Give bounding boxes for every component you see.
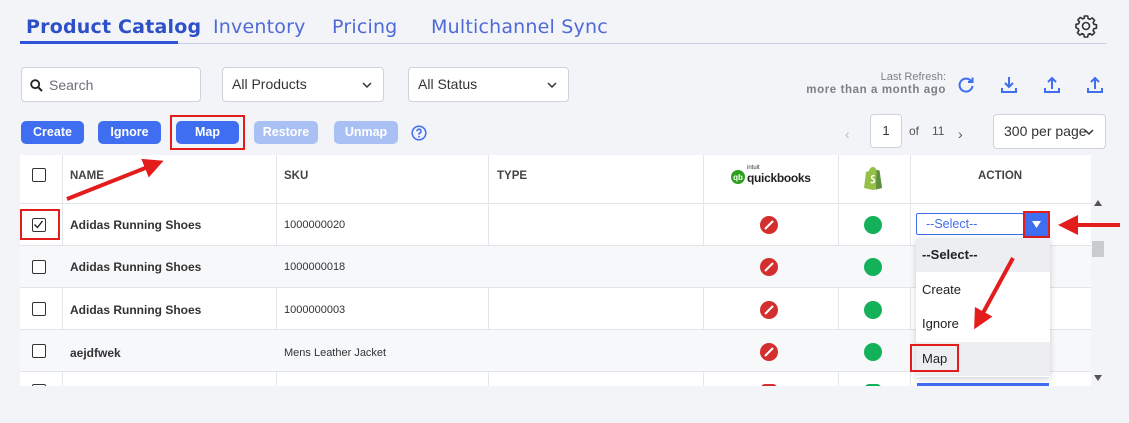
row-checkbox[interactable] bbox=[32, 344, 46, 358]
page-number-input[interactable]: 1 bbox=[870, 114, 902, 148]
option-create[interactable]: Create bbox=[916, 273, 1050, 307]
unmap-button[interactable]: Unmap bbox=[334, 121, 398, 144]
scroll-up-icon[interactable] bbox=[1094, 200, 1102, 206]
action-select[interactable]: --Select-- bbox=[916, 213, 1024, 235]
prev-page-icon[interactable]: ‹ bbox=[845, 126, 850, 142]
caret-down-icon bbox=[1032, 221, 1041, 228]
gear-icon[interactable] bbox=[1074, 14, 1098, 38]
search-icon bbox=[30, 79, 43, 92]
action-select-partial bbox=[917, 383, 1049, 386]
action-dropdown-toggle[interactable] bbox=[1023, 211, 1050, 238]
not-synced-icon bbox=[761, 384, 777, 386]
option-select[interactable]: --Select-- bbox=[916, 238, 1050, 272]
download-icon[interactable] bbox=[999, 75, 1019, 95]
table-header: NAME SKU TYPE qb intuit quickbooks ACTIO… bbox=[20, 155, 1091, 204]
shopify-status-dot bbox=[865, 384, 881, 386]
last-refresh-value: more than a month ago bbox=[806, 84, 946, 96]
option-ignore[interactable]: Ignore bbox=[916, 307, 1050, 341]
shopify-status-dot bbox=[864, 216, 882, 234]
row-checkbox[interactable] bbox=[32, 260, 46, 274]
not-synced-icon bbox=[760, 343, 778, 361]
chevron-down-icon bbox=[547, 82, 557, 89]
product-sku: 1000000018 bbox=[284, 261, 346, 273]
chevron-down-icon bbox=[362, 82, 372, 89]
ignore-button[interactable]: Ignore bbox=[98, 121, 161, 144]
tab-inventory[interactable]: Inventory bbox=[213, 16, 306, 38]
row-checkbox[interactable] bbox=[32, 302, 46, 316]
tab-pricing[interactable]: Pricing bbox=[332, 16, 397, 38]
product-name: aejdfwek bbox=[70, 346, 121, 360]
not-synced-icon bbox=[760, 258, 778, 276]
map-button[interactable]: Map bbox=[176, 121, 239, 144]
tab-product-catalog[interactable]: Product Catalog bbox=[26, 16, 201, 38]
quickbooks-icon: qb bbox=[731, 170, 745, 184]
search-input[interactable]: Search bbox=[21, 67, 201, 102]
last-refresh-label: Last Refresh: bbox=[880, 71, 946, 83]
shopify-status-dot bbox=[864, 343, 882, 361]
table-scrollbar[interactable] bbox=[1091, 195, 1105, 386]
page-of-label: of bbox=[909, 124, 920, 138]
status-filter-value: All Status bbox=[418, 76, 478, 92]
per-page-select[interactable]: 300 per page bbox=[993, 114, 1106, 149]
products-filter-value: All Products bbox=[232, 76, 307, 92]
chevron-down-icon bbox=[1084, 129, 1094, 136]
upload-icon[interactable] bbox=[1042, 75, 1062, 95]
product-sku: Mens Leather Jacket bbox=[284, 347, 387, 359]
header-name: NAME bbox=[70, 170, 104, 182]
select-all-checkbox[interactable] bbox=[32, 168, 46, 182]
product-sku: 1000000003 bbox=[284, 304, 346, 316]
shopify-icon bbox=[864, 167, 882, 190]
page-total: 11 bbox=[932, 124, 945, 138]
restore-button[interactable]: Restore bbox=[254, 121, 318, 144]
row-checkbox[interactable] bbox=[32, 384, 46, 386]
search-placeholder: Search bbox=[49, 77, 94, 93]
refresh-icon[interactable] bbox=[956, 75, 976, 95]
product-name: Adidas Running Shoes bbox=[70, 260, 202, 274]
create-button[interactable]: Create bbox=[21, 121, 84, 144]
help-icon[interactable] bbox=[411, 125, 427, 141]
header-action: ACTION bbox=[978, 170, 1023, 182]
header-type: TYPE bbox=[497, 170, 528, 182]
export-icon[interactable] bbox=[1085, 75, 1105, 95]
next-page-icon[interactable]: › bbox=[958, 126, 963, 142]
svg-text:qb: qb bbox=[733, 173, 743, 182]
status-filter-select[interactable]: All Status bbox=[408, 67, 569, 102]
quickbooks-label: quickbooks bbox=[747, 171, 811, 185]
shopify-status-dot bbox=[864, 301, 882, 319]
product-name: Adidas Running Shoes bbox=[70, 218, 202, 232]
scroll-down-icon[interactable] bbox=[1094, 375, 1102, 381]
map-option-highlight bbox=[910, 344, 959, 372]
scrollbar-thumb[interactable] bbox=[1092, 241, 1104, 257]
checkbox-highlight bbox=[20, 209, 60, 240]
not-synced-icon bbox=[760, 216, 778, 234]
per-page-value: 300 per page bbox=[1004, 123, 1087, 139]
tab-multichannel-sync[interactable]: Multichannel Sync bbox=[431, 16, 608, 38]
not-synced-icon bbox=[760, 301, 778, 319]
header-sku: SKU bbox=[284, 170, 309, 182]
product-sku: 1000000020 bbox=[284, 219, 346, 231]
tab-bar: Product Catalog Inventory Pricing Multic… bbox=[20, 0, 1106, 44]
products-filter-select[interactable]: All Products bbox=[222, 67, 384, 102]
active-tab-indicator bbox=[20, 41, 178, 44]
product-name: Adidas Running Shoes bbox=[70, 303, 202, 317]
shopify-status-dot bbox=[864, 258, 882, 276]
